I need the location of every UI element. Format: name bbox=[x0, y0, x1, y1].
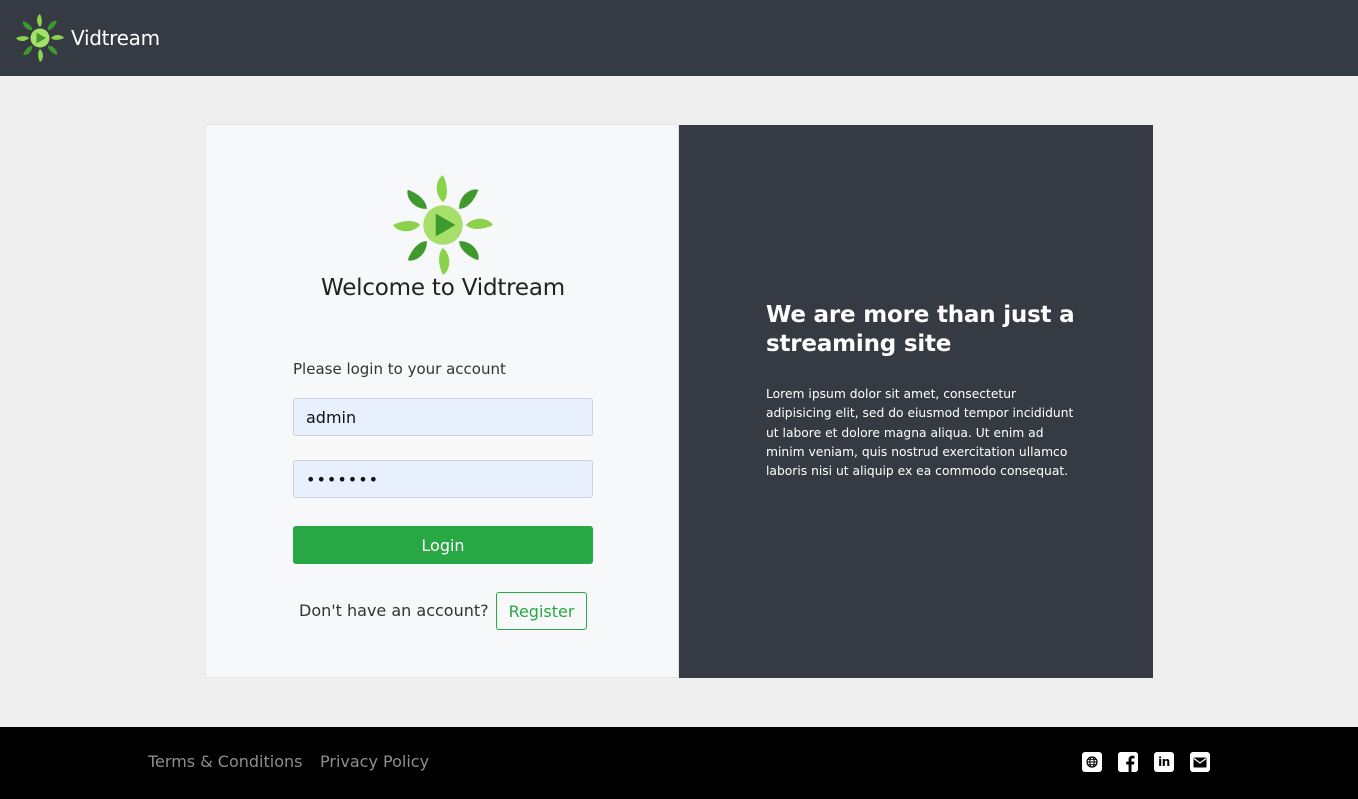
vidtream-logo-icon bbox=[393, 175, 493, 275]
linkedin-icon[interactable]: in bbox=[1154, 752, 1174, 772]
username-input[interactable] bbox=[293, 398, 593, 436]
welcome-title: Welcome to Vidtream bbox=[321, 275, 565, 301]
brand-name: Vidtream bbox=[71, 26, 160, 50]
promo-heading: We are more than just a streaming site bbox=[766, 302, 1075, 357]
no-account-text: Don't have an account? bbox=[299, 601, 489, 620]
promo-body: Lorem ipsum dolor sit amet, consectetur … bbox=[766, 387, 1074, 479]
privacy-link[interactable]: Privacy Policy bbox=[320, 752, 429, 771]
vidtream-logo-icon bbox=[16, 14, 64, 62]
promo-panel: We are more than just a streaming site L… bbox=[679, 125, 1153, 678]
login-button[interactable]: Login bbox=[293, 526, 593, 564]
login-prompt: Please login to your account bbox=[293, 360, 506, 378]
login-panel: Welcome to Vidtream Please login to your… bbox=[205, 124, 679, 678]
footer: Terms & Conditions Privacy Policy in bbox=[0, 727, 1358, 799]
terms-link[interactable]: Terms & Conditions bbox=[148, 752, 302, 771]
globe-icon[interactable] bbox=[1082, 752, 1102, 772]
facebook-icon[interactable] bbox=[1118, 752, 1138, 772]
brand-link[interactable]: Vidtream bbox=[15, 13, 160, 63]
top-navbar: Vidtream bbox=[0, 0, 1358, 76]
password-input[interactable] bbox=[293, 460, 593, 498]
mail-icon[interactable] bbox=[1190, 752, 1210, 772]
register-button[interactable]: Register bbox=[496, 592, 587, 630]
